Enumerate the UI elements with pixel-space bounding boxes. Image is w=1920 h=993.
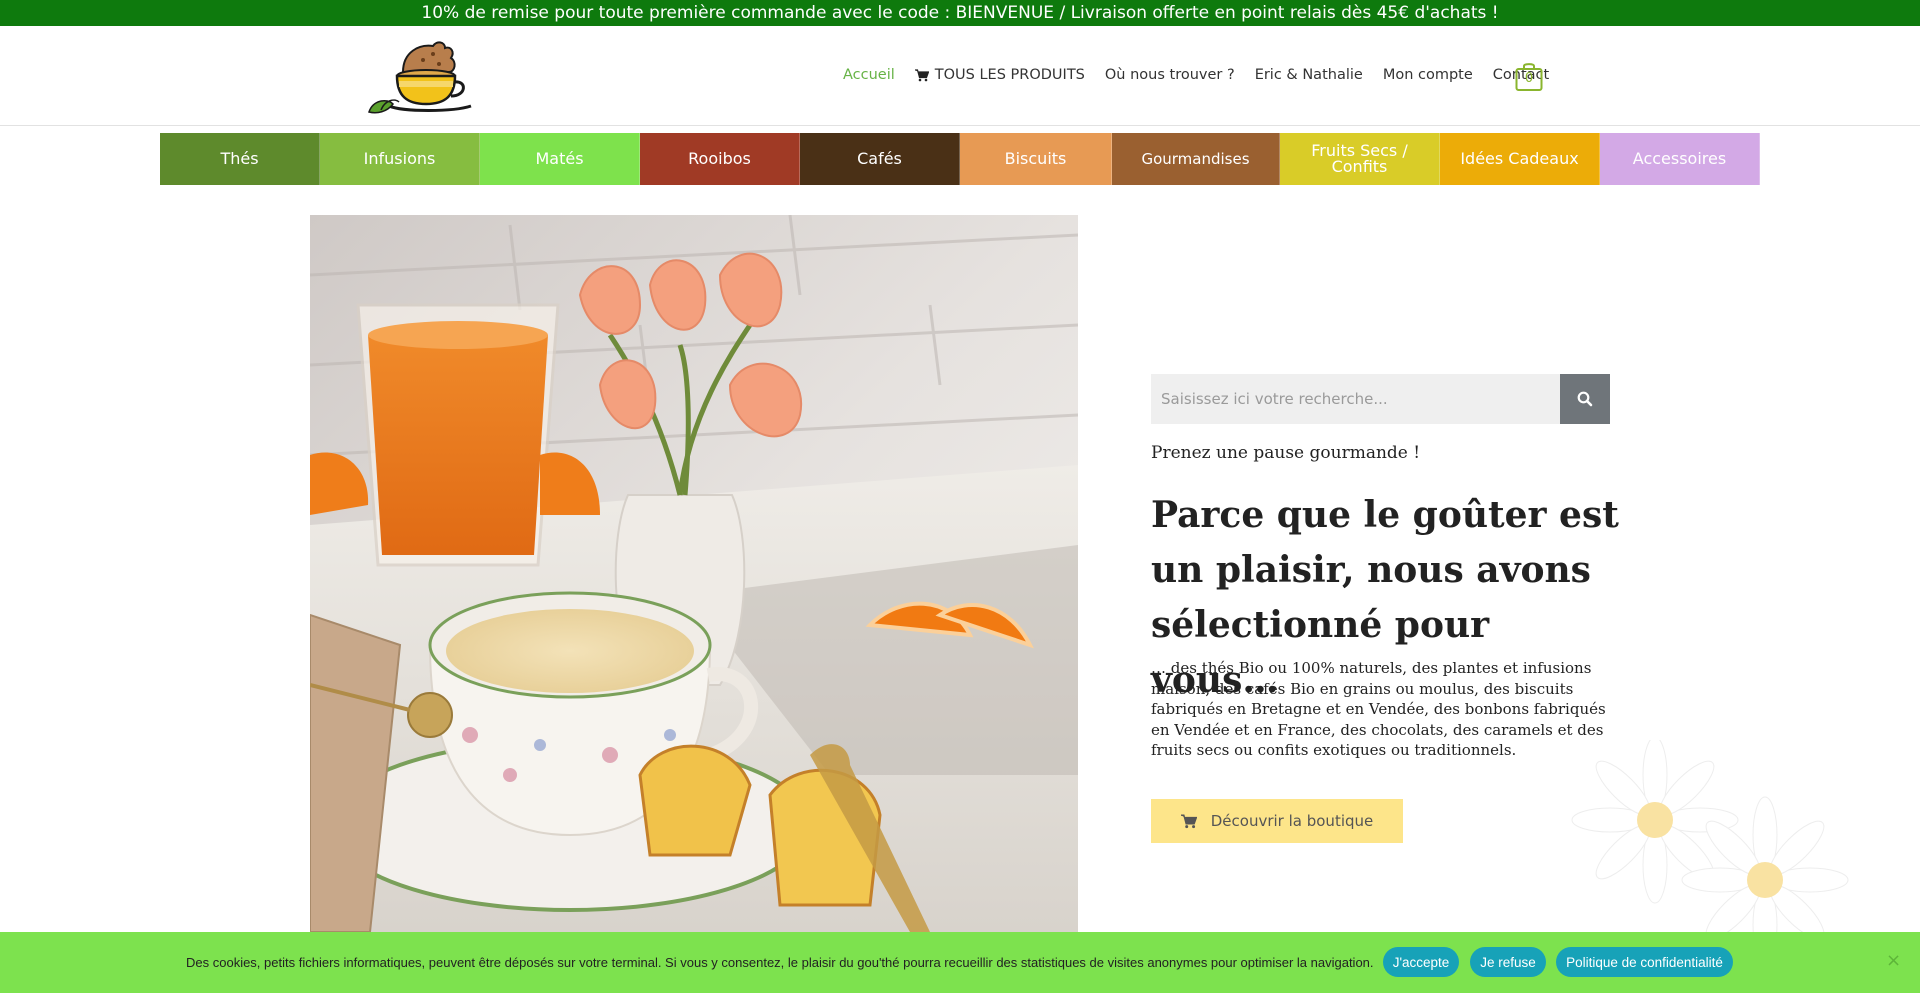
site-logo[interactable] — [363, 38, 479, 118]
category-label: Infusions — [363, 149, 436, 168]
cart-count: 0 — [1524, 71, 1534, 86]
search-input[interactable] — [1151, 374, 1560, 424]
cart-icon — [1180, 814, 1197, 828]
hero-description: … des thés Bio ou 100% naturels, des pla… — [1151, 659, 1606, 759]
category-label: Biscuits — [1004, 149, 1067, 168]
category-biscuits[interactable]: Biscuits — [960, 133, 1112, 185]
category-label: Gourmandises — [1141, 150, 1250, 168]
category-mates[interactable]: Matés — [480, 133, 640, 185]
hero-tagline: Prenez une pause gourmande ! — [1151, 443, 1421, 463]
cookie-close-icon[interactable]: × — [1886, 950, 1906, 974]
tea-breakfast-illustration — [310, 215, 1078, 932]
promo-text: 10% de remise pour toute première comman… — [421, 3, 1499, 23]
category-infusions[interactable]: Infusions — [320, 133, 480, 185]
cart-button[interactable]: 0 — [1515, 62, 1543, 92]
category-gourmandises[interactable]: Gourmandises — [1112, 133, 1280, 185]
nav-label: Eric & Nathalie — [1254, 67, 1363, 83]
nav-label: Accueil — [843, 67, 895, 83]
category-bar: Thés Infusions Matés Rooibos Cafés Biscu… — [160, 133, 1760, 185]
nav-label: Mon compte — [1382, 67, 1473, 83]
category-label: Matés — [535, 149, 584, 168]
cart-icon — [914, 68, 929, 81]
site-header: Accueil TOUS LES PRODUITS Où nous trouve… — [0, 26, 1920, 126]
search-icon — [1577, 391, 1593, 407]
nav-accueil[interactable]: Accueil — [843, 67, 895, 83]
category-cafes[interactable]: Cafés — [800, 133, 960, 185]
category-thes[interactable]: Thés — [160, 133, 320, 185]
promo-banner: 10% de remise pour toute première comman… — [0, 0, 1920, 26]
discover-shop-button[interactable]: Découvrir la boutique — [1151, 799, 1403, 843]
category-label: Cafés — [857, 149, 902, 168]
search-form — [1151, 374, 1610, 424]
category-idees-cadeaux[interactable]: Idées Cadeaux — [1440, 133, 1600, 185]
search-button[interactable] — [1560, 374, 1610, 424]
category-accessoires[interactable]: Accessoires — [1600, 133, 1760, 185]
category-label: Idées Cadeaux — [1460, 149, 1579, 168]
nav-label: TOUS LES PRODUITS — [934, 67, 1085, 83]
teacup-logo-icon — [368, 41, 472, 114]
category-label: Accessoires — [1632, 149, 1727, 168]
nav-eric-nathalie[interactable]: Eric & Nathalie — [1255, 67, 1363, 83]
cookie-text: Des cookies, petits fichiers informatiqu… — [186, 955, 1374, 970]
nav-label: Où nous trouver ? — [1104, 67, 1235, 83]
cookie-refuse-button[interactable]: Je refuse — [1470, 947, 1546, 977]
nav-all-products[interactable]: TOUS LES PRODUITS — [914, 67, 1085, 83]
cookie-privacy-policy-button[interactable]: Politique de confidentialité — [1556, 947, 1733, 977]
hero-photo-tea-breakfast — [310, 215, 1078, 932]
category-label: Rooibos — [688, 149, 751, 168]
category-rooibos[interactable]: Rooibos — [640, 133, 800, 185]
discover-shop-label: Découvrir la boutique — [1210, 812, 1374, 830]
cookie-accept-button[interactable]: J'accepte — [1383, 947, 1459, 977]
main-nav: Accueil TOUS LES PRODUITS Où nous trouve… — [843, 62, 1549, 88]
nav-ou-nous-trouver[interactable]: Où nous trouver ? — [1105, 67, 1235, 83]
category-label: Fruits Secs / Confits — [1311, 141, 1408, 176]
category-label: Thés — [220, 149, 259, 168]
nav-mon-compte[interactable]: Mon compte — [1383, 67, 1473, 83]
category-fruits-secs[interactable]: Fruits Secs / Confits — [1280, 133, 1440, 185]
cookie-banner: Des cookies, petits fichiers informatiqu… — [0, 932, 1920, 993]
